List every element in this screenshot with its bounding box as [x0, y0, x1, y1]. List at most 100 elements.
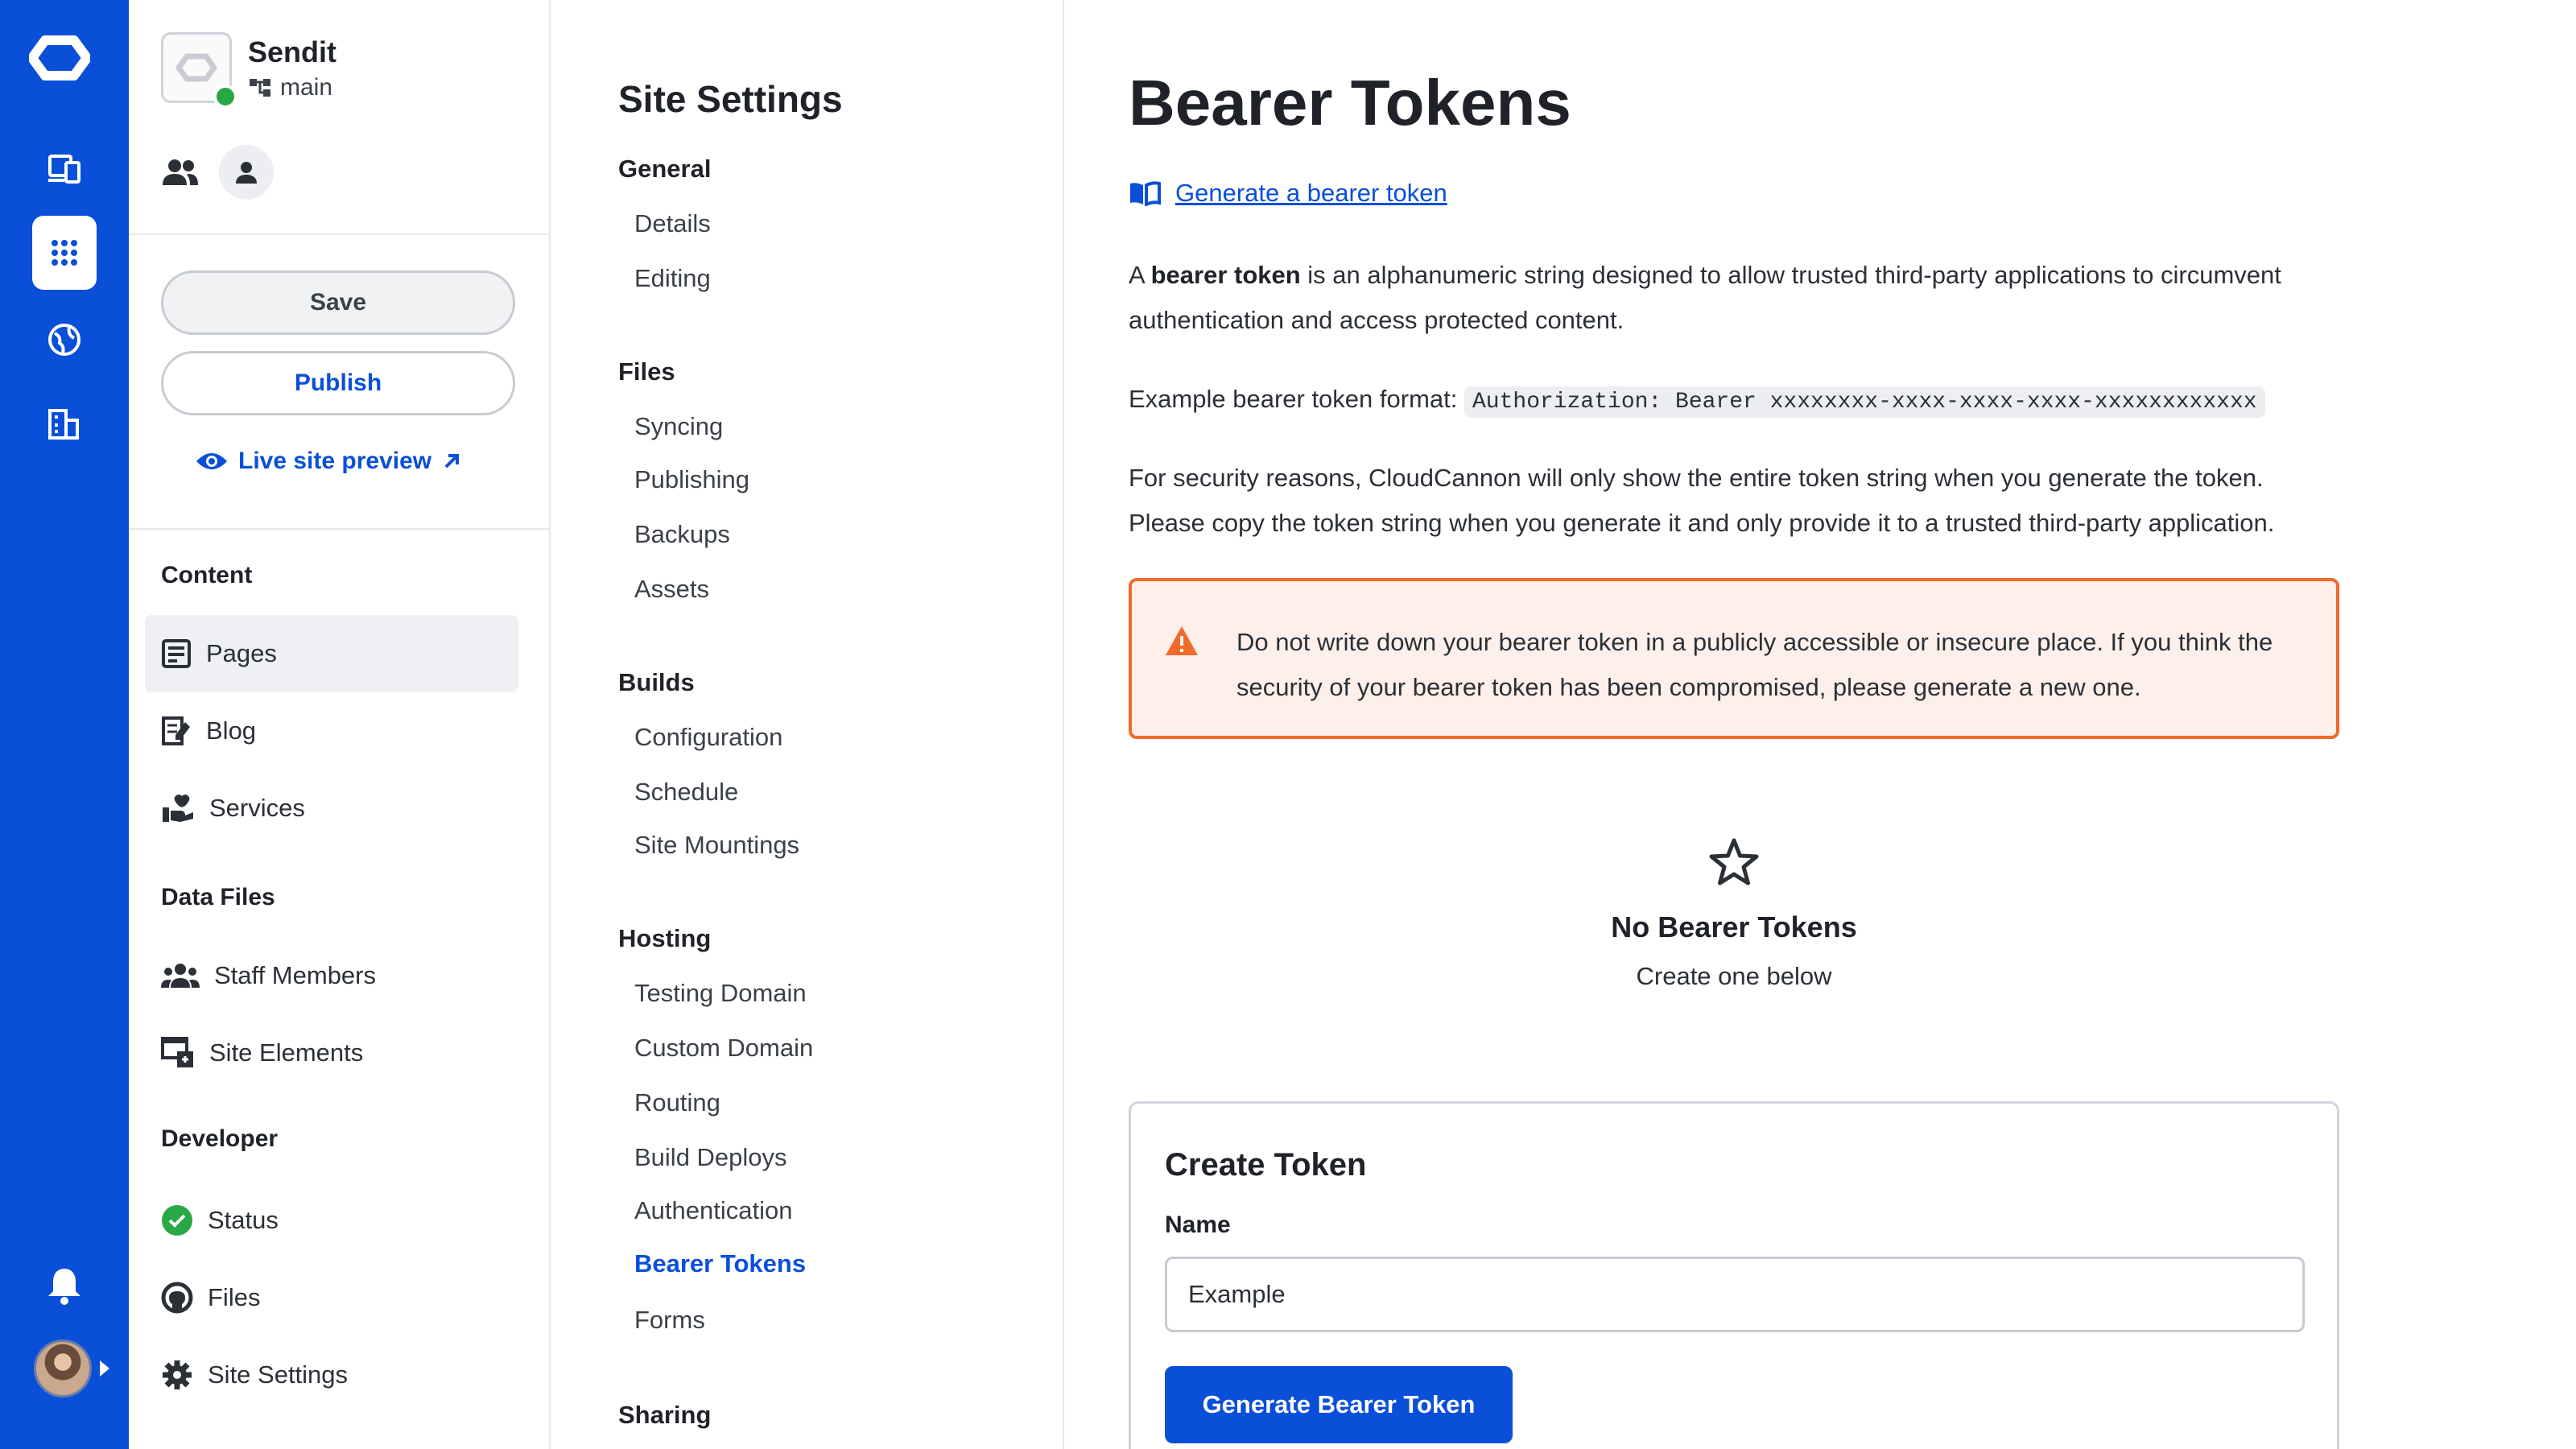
nav-link-authentication[interactable]: Authentication	[634, 1196, 792, 1225]
developer-heading: Developer	[161, 1125, 279, 1152]
sidebar-item-label: Status	[208, 1206, 279, 1234]
user-icon[interactable]	[219, 145, 274, 200]
format-paragraph: Example bearer token format: Authorizati…	[1129, 377, 2336, 425]
nav-group-general: General	[618, 155, 712, 183]
data-files-heading: Data Files	[161, 884, 275, 910]
token-name-input[interactable]	[1165, 1257, 2305, 1332]
site-elements-icon	[161, 1037, 193, 1067]
site-thumbnail	[161, 32, 237, 109]
star-icon	[1709, 838, 1759, 886]
nav-group-files: Files	[618, 357, 675, 386]
cloudcannon-logo-icon[interactable]	[29, 32, 90, 84]
site-header[interactable]: Sendit main	[161, 32, 531, 113]
warning-text: Do not write down your bearer token in a…	[1236, 628, 2273, 701]
settings-title: Site Settings	[618, 78, 843, 120]
sidebar-item-files[interactable]: Files	[145, 1259, 518, 1336]
site-collaborators	[161, 145, 274, 200]
doc-link-label: Generate a bearer token	[1175, 179, 1447, 207]
sidebar-item-label: Blog	[206, 716, 257, 745]
security-paragraph: For security reasons, CloudCannon will o…	[1129, 464, 2275, 537]
nav-link-custom-domain[interactable]: Custom Domain	[634, 1034, 813, 1063]
sidebar-item-label: Site Elements	[209, 1038, 364, 1067]
nav-group-builds: Builds	[618, 668, 695, 696]
site-name: Sendit	[248, 35, 337, 68]
services-icon	[163, 795, 193, 822]
external-arrow-icon	[444, 454, 460, 469]
generate-token-doc-link[interactable]: Generate a bearer token	[1129, 179, 1447, 208]
nav-link-site-mountings[interactable]: Site Mountings	[634, 831, 799, 860]
sidebar-item-site-elements[interactable]: Site Elements	[145, 1014, 518, 1092]
format-label: Example bearer token format:	[1129, 385, 1464, 413]
gear-icon	[163, 1360, 192, 1389]
name-label: Name	[1165, 1212, 1231, 1238]
main-content: Bearer Tokens Generate a bearer token A …	[1066, 0, 2576, 1449]
site-sidebar: Sendit main Save Publish Live site previ…	[129, 0, 551, 1449]
nav-link-editing[interactable]: Editing	[634, 264, 711, 293]
page-title: Bearer Tokens	[1129, 67, 1571, 138]
empty-state-title: No Bearer Tokens	[1611, 910, 1857, 943]
sidebar-item-label: Pages	[206, 639, 277, 667]
sidebar-item-status[interactable]: Status	[145, 1182, 518, 1259]
nav-link-forms[interactable]: Forms	[634, 1306, 705, 1335]
eye-icon	[196, 453, 227, 469]
globe-icon[interactable]	[32, 303, 97, 377]
nav-link-configuration[interactable]: Configuration	[634, 723, 782, 752]
create-token-card: Create Token Name Generate Bearer Token	[1129, 1101, 2339, 1449]
nav-link-schedule[interactable]: Schedule	[634, 778, 738, 807]
nav-link-details[interactable]: Details	[634, 209, 711, 238]
blog-icon	[162, 716, 190, 745]
sidebar-item-label: Site Settings	[208, 1360, 349, 1389]
github-icon	[161, 1282, 193, 1314]
status-ok-badge	[213, 85, 237, 109]
branch-icon	[250, 79, 270, 97]
sidebar-item-label: Services	[209, 794, 305, 822]
warning-callout: Do not write down your bearer token in a…	[1129, 578, 2339, 739]
divider	[129, 528, 551, 530]
nav-link-build-deploys[interactable]: Build Deploys	[634, 1143, 787, 1172]
nav-link-assets[interactable]: Assets	[634, 575, 709, 604]
user-avatar[interactable]	[34, 1340, 92, 1397]
sidebar-item-staff-members[interactable]: Staff Members	[145, 937, 518, 1014]
nav-link-syncing[interactable]: Syncing	[634, 412, 723, 441]
warning-icon	[1166, 626, 1198, 655]
people-icon	[161, 964, 200, 988]
sidebar-item-label: Files	[208, 1283, 261, 1311]
sidebar-item-pages[interactable]: Pages	[145, 615, 518, 692]
app-rail	[0, 0, 129, 1449]
nav-link-publishing[interactable]: Publishing	[634, 465, 749, 494]
nav-link-testing-domain[interactable]: Testing Domain	[634, 979, 807, 1008]
empty-state-subtitle: Create one below	[1636, 962, 1832, 990]
sidebar-item-label: Staff Members	[214, 961, 377, 989]
settings-nav: Site Settings General Details Editing Fi…	[552, 0, 1064, 1449]
nav-link-bearer-tokens[interactable]: Bearer Tokens	[634, 1249, 806, 1278]
bell-icon[interactable]	[42, 1262, 87, 1307]
cloudcannon-logo-icon	[175, 53, 217, 82]
caret-right-icon[interactable]	[100, 1360, 109, 1377]
nav-group-sharing: Sharing	[618, 1401, 712, 1429]
publish-button[interactable]: Publish	[161, 351, 515, 415]
live-preview-link[interactable]: Live site preview	[195, 448, 462, 475]
status-check-icon	[162, 1205, 192, 1236]
branch-name: main	[280, 74, 333, 101]
content-heading: Content	[161, 562, 253, 588]
devices-icon[interactable]	[32, 132, 97, 206]
intro-paragraph: A bearer token is an alphanumeric string…	[1129, 253, 2336, 343]
intro-rest: is an alphanumeric string designed to al…	[1129, 261, 2281, 334]
live-preview-label: Live site preview	[238, 448, 432, 474]
team-icon[interactable]	[161, 158, 200, 187]
site-branch: main	[248, 74, 332, 101]
sidebar-item-services[interactable]: Services	[145, 770, 518, 847]
nav-group-hosting: Hosting	[618, 924, 712, 952]
nav-link-backups[interactable]: Backups	[634, 520, 730, 549]
apps-grid-icon[interactable]	[32, 216, 97, 290]
organization-icon[interactable]	[32, 386, 97, 460]
create-token-title: Create Token	[1165, 1147, 1367, 1183]
sidebar-item-blog[interactable]: Blog	[145, 692, 518, 770]
sidebar-item-site-settings[interactable]: Site Settings	[145, 1336, 518, 1414]
token-format-code: Authorization: Bearer xxxxxxxx-xxxx-xxxx…	[1463, 386, 2265, 418]
book-icon	[1130, 181, 1161, 206]
pages-icon	[162, 639, 191, 668]
nav-link-routing[interactable]: Routing	[634, 1088, 720, 1117]
generate-bearer-token-button[interactable]: Generate Bearer Token	[1165, 1366, 1513, 1443]
save-button[interactable]: Save	[161, 270, 515, 335]
